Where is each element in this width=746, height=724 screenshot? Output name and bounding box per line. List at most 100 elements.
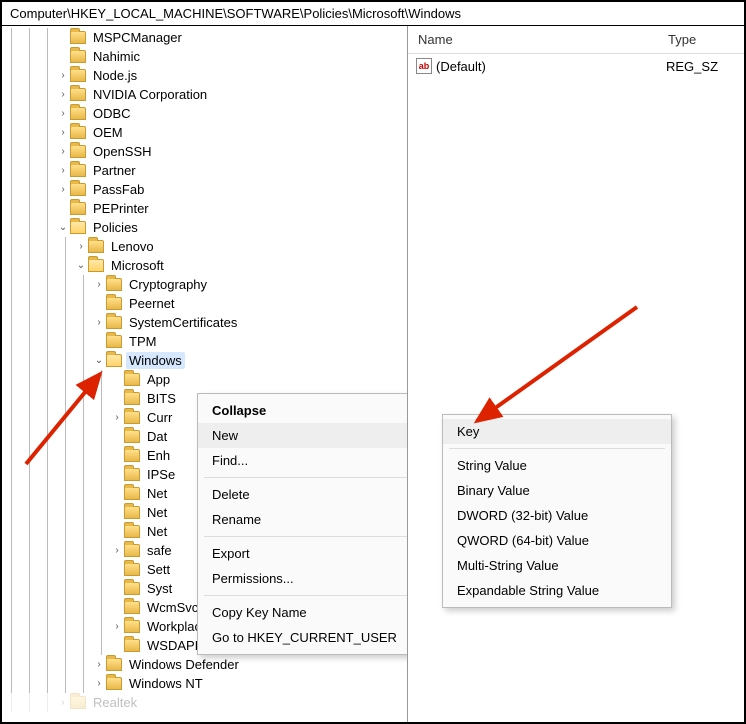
menu-item-label: Multi-String Value <box>457 558 559 573</box>
expander-none <box>110 373 124 387</box>
menu-item[interactable]: Delete <box>198 482 408 507</box>
chevron-right-icon[interactable]: › <box>74 240 88 254</box>
address-bar[interactable]: Computer\HKEY_LOCAL_MACHINE\SOFTWARE\Pol… <box>2 2 744 26</box>
tree-item-label: Lenovo <box>108 238 157 255</box>
menu-item[interactable]: Export <box>198 541 408 566</box>
menu-item[interactable]: Rename <box>198 507 408 532</box>
menu-item-label: Permissions... <box>212 571 294 586</box>
tree-item[interactable]: › Windows Defender <box>2 655 407 674</box>
tree-item[interactable]: › NVIDIA Corporation <box>2 85 407 104</box>
tree-item[interactable]: ⌄ Windows <box>2 351 407 370</box>
expander-none <box>56 50 70 64</box>
menu-item[interactable]: Find... <box>198 448 408 473</box>
folder-icon <box>124 411 140 424</box>
folder-icon <box>124 392 140 405</box>
expander-none <box>110 563 124 577</box>
tree-item-label: MSPCManager <box>90 29 185 46</box>
tree-item[interactable]: ›Cryptography <box>2 275 407 294</box>
tree-item[interactable]: MSPCManager <box>2 28 407 47</box>
chevron-right-icon[interactable]: › <box>110 620 124 634</box>
chevron-right-icon[interactable]: › <box>92 658 106 672</box>
tree-item[interactable]: ›OpenSSH <box>2 142 407 161</box>
tree-item[interactable]: › Node.js <box>2 66 407 85</box>
chevron-right-icon[interactable]: › <box>56 69 70 83</box>
tree-item-label: Policies <box>90 219 141 236</box>
chevron-right-icon[interactable]: › <box>56 696 70 710</box>
tree-item-label: NVIDIA Corporation <box>90 86 210 103</box>
menu-item[interactable]: Permissions... <box>198 566 408 591</box>
tree-item[interactable]: › Realtek <box>2 693 407 712</box>
folder-icon <box>124 620 140 633</box>
menu-item[interactable]: Expandable String Value <box>443 578 671 603</box>
tree-item-label: Net <box>144 504 170 521</box>
value-type: REG_SZ <box>666 59 736 74</box>
chevron-right-icon[interactable]: › <box>56 107 70 121</box>
tree-item[interactable]: › Partner <box>2 161 407 180</box>
chevron-down-icon[interactable]: ⌄ <box>92 354 106 368</box>
tree-item-label: Realtek <box>90 694 140 711</box>
tree-item[interactable]: ›SystemCertificates <box>2 313 407 332</box>
values-pane[interactable]: Name Type ab (Default) REG_SZ <box>408 26 744 722</box>
tree-item[interactable]: ›Windows NT <box>2 674 407 693</box>
tree-item[interactable]: ›ODBC <box>2 104 407 123</box>
folder-icon <box>106 278 122 291</box>
folder-icon <box>70 164 86 177</box>
tree-item-label: Partner <box>90 162 139 179</box>
menu-item[interactable]: Multi-String Value <box>443 553 671 578</box>
expander-none <box>110 392 124 406</box>
chevron-down-icon[interactable]: ⌄ <box>74 259 88 273</box>
tree-item[interactable]: › PassFab <box>2 180 407 199</box>
chevron-right-icon[interactable]: › <box>92 278 106 292</box>
list-row[interactable]: ab (Default) REG_SZ <box>408 54 744 78</box>
folder-icon <box>124 373 140 386</box>
chevron-right-icon[interactable]: › <box>56 183 70 197</box>
menu-separator <box>204 477 408 478</box>
chevron-right-icon[interactable]: › <box>92 677 106 691</box>
chevron-right-icon[interactable]: › <box>110 544 124 558</box>
chevron-right-icon[interactable]: › <box>56 164 70 178</box>
folder-icon <box>70 126 86 139</box>
menu-item[interactable]: Go to HKEY_CURRENT_USER <box>198 625 408 650</box>
tree-item-label: PassFab <box>90 181 147 198</box>
tree-item-label: Windows <box>126 352 185 369</box>
tree-item[interactable]: Nahimic <box>2 47 407 66</box>
tree-item[interactable]: TPM <box>2 332 407 351</box>
tree-item[interactable]: Peernet <box>2 294 407 313</box>
folder-icon <box>70 88 86 101</box>
expander-none <box>110 430 124 444</box>
tree-item[interactable]: › Lenovo <box>2 237 407 256</box>
folder-icon <box>124 582 140 595</box>
tree-item[interactable]: ›OEM <box>2 123 407 142</box>
menu-item[interactable]: New▶ <box>198 423 408 448</box>
chevron-down-icon[interactable]: ⌄ <box>56 221 70 235</box>
chevron-right-icon[interactable]: › <box>56 126 70 140</box>
chevron-right-icon[interactable]: › <box>92 316 106 330</box>
tree-item[interactable]: ⌄Microsoft <box>2 256 407 275</box>
tree-item-label: Node.js <box>90 67 140 84</box>
tree-item[interactable]: PEPrinter <box>2 199 407 218</box>
menu-item[interactable]: Copy Key Name <box>198 600 408 625</box>
col-header-type[interactable]: Type <box>658 26 728 53</box>
folder-icon <box>124 601 140 614</box>
menu-separator <box>449 448 665 449</box>
col-header-name[interactable]: Name <box>408 26 658 53</box>
value-name: (Default) <box>436 59 486 74</box>
menu-item[interactable]: Binary Value <box>443 478 671 503</box>
chevron-right-icon[interactable]: › <box>110 411 124 425</box>
menu-item[interactable]: Key <box>443 419 671 444</box>
folder-icon <box>106 658 122 671</box>
menu-item[interactable]: String Value <box>443 453 671 478</box>
tree-item-label: Windows Defender <box>126 656 242 673</box>
menu-item[interactable]: QWORD (64-bit) Value <box>443 528 671 553</box>
menu-item[interactable]: DWORD (32-bit) Value <box>443 503 671 528</box>
chevron-right-icon[interactable]: › <box>56 145 70 159</box>
tree-item[interactable]: ⌄ Policies <box>2 218 407 237</box>
string-value-icon: ab <box>416 58 432 74</box>
folder-icon <box>88 240 104 253</box>
menu-item[interactable]: Collapse <box>198 398 408 423</box>
tree-pane[interactable]: MSPCManagerNahimic › Node.js › NVIDIA Corpor… <box>2 26 408 722</box>
folder-icon <box>124 430 140 443</box>
folder-icon <box>124 544 140 557</box>
tree-item[interactable]: App <box>2 370 407 389</box>
chevron-right-icon[interactable]: › <box>56 88 70 102</box>
